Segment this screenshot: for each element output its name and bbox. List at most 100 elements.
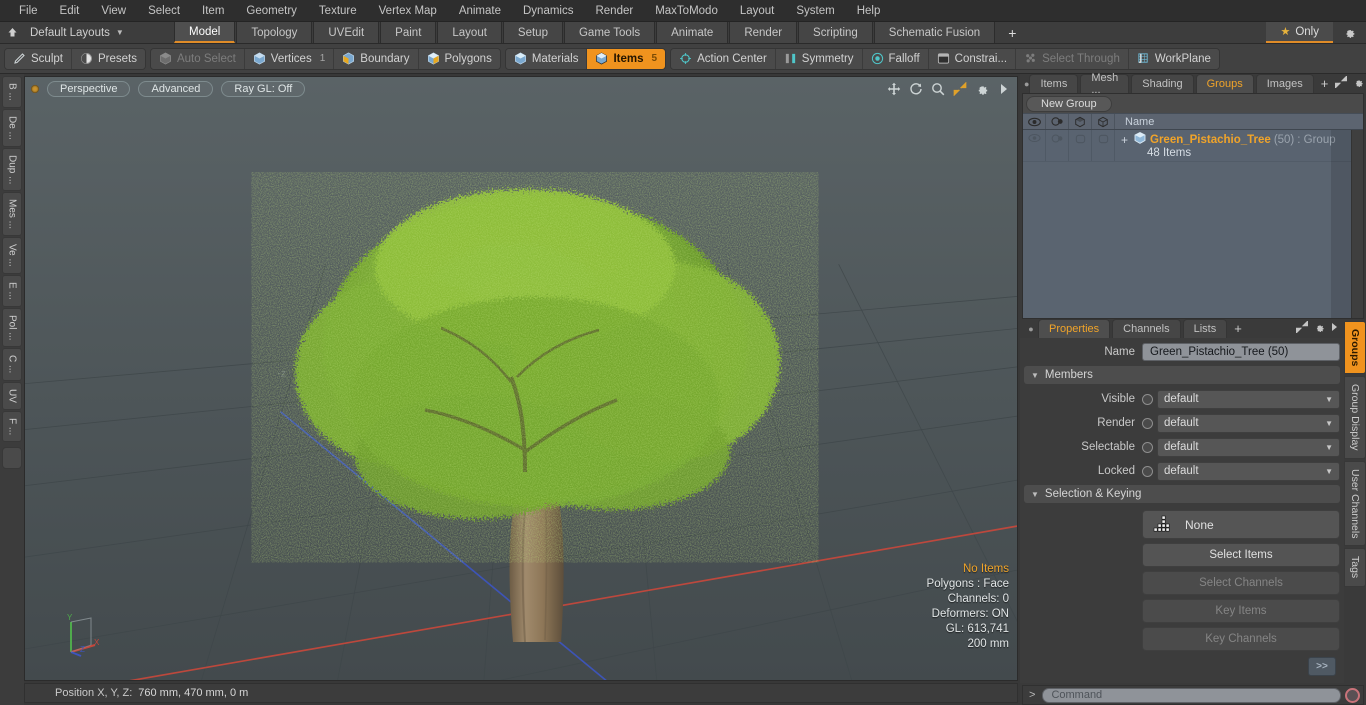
tab-channels[interactable]: Channels [1112,319,1181,338]
command-input[interactable]: Command [1042,687,1341,703]
action-center-button[interactable]: Action Center [671,48,776,69]
tree-scrollbar[interactable] [1351,130,1363,318]
locked-dropdown[interactable]: default ▼ [1157,461,1340,481]
menu-item-layout[interactable]: Layout [729,0,786,22]
viewport-raygl-button[interactable]: Ray GL: Off [221,81,306,97]
auto-select-button[interactable]: Auto Select [150,48,245,69]
menu-item-dynamics[interactable]: Dynamics [512,0,584,22]
tab-paint[interactable]: Paint [380,22,437,43]
name-input[interactable]: Green_Pistachio_Tree (50) [1142,343,1340,361]
left-tab-edge[interactable]: E ... [2,274,22,307]
items-button[interactable]: Items 5 [587,48,666,69]
tab-animate[interactable]: Animate [656,22,729,43]
select-items-button[interactable]: Select Items [1142,543,1340,567]
expand-icon[interactable] [1335,75,1348,91]
visible-dropdown[interactable]: default ▼ [1157,389,1340,409]
settings-gear-icon[interactable] [1333,22,1366,43]
properties-expand-icon[interactable] [1295,320,1309,336]
move-icon[interactable] [886,82,901,97]
select-through-button[interactable]: Select Through [1016,48,1129,69]
menu-item-select[interactable]: Select [137,0,191,22]
panel-gear-icon[interactable] [1353,77,1364,91]
selection-set-dropdown[interactable]: None [1142,510,1340,539]
menu-item-texture[interactable]: Texture [308,0,368,22]
add-tab-button[interactable]: + [996,22,1028,43]
visible-radio[interactable] [1142,393,1153,405]
wire-icon[interactable] [1092,114,1115,129]
eye-icon[interactable] [1023,114,1046,129]
tab-topology[interactable]: Topology [236,22,313,43]
vertices-button[interactable]: Vertices 1 [244,48,335,69]
menu-item-animate[interactable]: Animate [448,0,512,22]
gear-icon[interactable] [974,82,989,97]
shade-icon[interactable] [1069,114,1092,129]
viewport-shading-button[interactable]: Advanced [138,81,214,97]
layout-preset-selector[interactable]: Default Layouts ▼ [24,22,174,43]
vtab-groups[interactable]: Groups [1344,321,1366,375]
vtab-tags[interactable]: Tags [1344,548,1366,587]
tab-scripting[interactable]: Scripting [798,22,873,43]
rotate-icon[interactable] [908,82,923,97]
tab-render[interactable]: Render [729,22,798,43]
properties-add-tab-button[interactable]: + [1229,319,1247,338]
menu-item-system[interactable]: System [785,0,845,22]
tab-layout[interactable]: Layout [437,22,502,43]
presets-button[interactable]: Presets [71,48,145,69]
render-icon[interactable] [1046,114,1069,129]
more-options-button[interactable]: >> [1308,657,1336,676]
menu-item-view[interactable]: View [90,0,137,22]
symmetry-button[interactable]: Symmetry [775,48,863,69]
row-shade-icon[interactable] [1069,130,1092,161]
locked-radio[interactable] [1142,465,1153,477]
sculpt-button[interactable]: Sculpt [5,48,72,69]
chevron-right-icon[interactable] [996,82,1011,97]
left-tab-duplicate[interactable]: Dup ... [2,147,22,192]
panel-tab-shading[interactable]: Shading [1131,74,1194,93]
tab-model[interactable]: Model [174,22,236,43]
vtab-group-display[interactable]: Group Display [1344,376,1366,459]
tab-uvedit[interactable]: UVEdit [313,22,380,43]
left-tab-deform[interactable]: De ... [2,108,22,147]
left-tab-fusion[interactable]: F ... [2,410,22,442]
left-tab-basic[interactable]: B ... [2,76,22,108]
tab-lists[interactable]: Lists [1182,319,1228,338]
menu-item-maxtomodo[interactable]: MaxToModo [644,0,729,22]
constraint-button[interactable]: Constrai... [928,48,1017,69]
fit-icon[interactable] [952,82,967,97]
home-icon[interactable] [0,22,24,43]
menu-item-render[interactable]: Render [584,0,644,22]
panel-tab-items[interactable]: Items [1029,74,1079,93]
expand-toggle[interactable]: + [1121,133,1130,147]
menu-item-help[interactable]: Help [846,0,892,22]
left-tab-vertex[interactable]: Ve ... [2,237,22,274]
tab-game-tools[interactable]: Game Tools [563,22,656,43]
properties-menu-chevron-icon[interactable] [1331,322,1339,335]
falloff-button[interactable]: Falloff [862,48,929,69]
vtab-user-channels[interactable]: User Channels [1344,460,1366,547]
panel-tab-mesh[interactable]: Mesh ... [1080,72,1130,96]
section-selection-keying[interactable]: ▼ Selection & Keying [1024,485,1340,503]
new-group-button[interactable]: New Group [1026,95,1112,112]
polygons-button[interactable]: Polygons [418,48,500,69]
boundary-button[interactable]: Boundary [334,48,419,69]
menu-item-edit[interactable]: Edit [49,0,91,22]
selectable-dropdown[interactable]: default ▼ [1157,437,1340,457]
workplane-button[interactable]: WorkPlane [1128,48,1219,69]
tab-properties[interactable]: Properties [1038,319,1111,338]
left-tab-curve[interactable]: C ... [2,348,22,381]
left-tab-mesh[interactable]: Mes ... [2,192,22,237]
viewport-projection-button[interactable]: Perspective [47,81,131,97]
only-toggle-button[interactable]: ★ Only [1266,22,1333,43]
groups-tree-body[interactable]: + Green_Pistachio_Tree (50) : Group 48 I… [1023,130,1363,318]
row-eye-icon[interactable] [1023,130,1046,161]
tab-setup[interactable]: Setup [502,22,563,43]
materials-button[interactable]: Materials [505,48,588,69]
panel-add-tab-button[interactable]: + [1316,74,1334,93]
selectable-radio[interactable] [1142,441,1153,453]
tab-schematic-fusion[interactable]: Schematic Fusion [873,22,996,43]
render-dropdown[interactable]: default ▼ [1157,413,1340,433]
section-members[interactable]: ▼ Members [1024,366,1340,384]
properties-gear-icon[interactable] [1314,322,1325,336]
left-tab-uv[interactable]: UV [2,381,22,410]
3d-viewport[interactable]: -z Perspective Advanced Ray GL: Off Y X … [24,76,1018,681]
